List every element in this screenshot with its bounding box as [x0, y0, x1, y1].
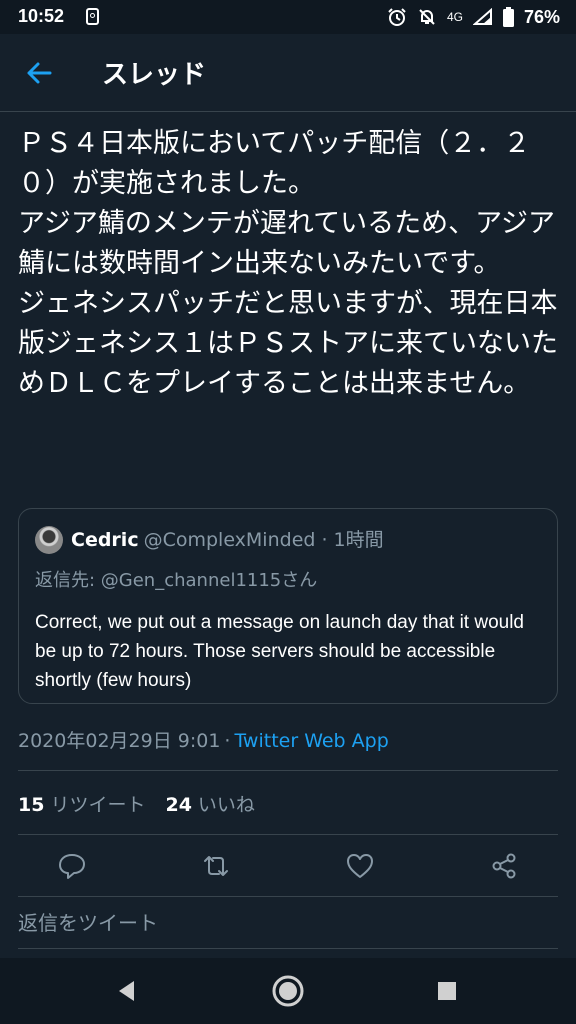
home-circle-icon[interactable] — [271, 974, 305, 1008]
network-label: 4G — [446, 10, 463, 24]
alarm-icon — [388, 8, 406, 26]
retweets-label[interactable]: リツイート — [50, 794, 145, 816]
quoted-author-handle: @ComplexMinded · 1時間 — [143, 529, 384, 551]
page-title: スレッド — [102, 60, 207, 90]
battery-icon — [502, 7, 514, 27]
quoted-tweet-body: Correct, we put out a message on launch … — [35, 612, 524, 691]
reply-placeholder: 返信をツイート — [18, 911, 158, 935]
notification-icon — [86, 8, 99, 25]
divider — [18, 896, 558, 897]
status-time: 10:52 — [18, 6, 65, 26]
divider — [18, 948, 558, 949]
retweets-count[interactable]: 15 — [18, 794, 44, 816]
back-triangle-icon[interactable] — [110, 974, 144, 1008]
signal-icon — [472, 8, 492, 25]
likes-label[interactable]: いいね — [198, 794, 255, 816]
meta-separator: · — [224, 730, 231, 752]
likes-count[interactable]: 24 — [165, 794, 191, 816]
status-bar: 10:52 4G 76% — [0, 0, 576, 34]
tweet-text: ＰＳ４日本版においてパッチ配信（２．２０）が実施されました。 アジア鯖のメンテが… — [18, 128, 558, 399]
quoted-tweet-card[interactable]: Cedric @ComplexMinded · 1時間 返信先: @Gen_cha… — [18, 508, 558, 704]
system-nav-bar — [0, 958, 576, 1024]
quoted-reply-to: 返信先: @Gen_channel1115さん — [35, 570, 318, 591]
reply-input[interactable]: 返信をツイート — [18, 907, 558, 947]
tweet-meta: 2020年02月29日 9:01 · Twitter Web App — [18, 726, 389, 753]
status-icons: 4G 76% — [387, 6, 560, 28]
quoted-tweet-header: Cedric @ComplexMinded · 1時間 — [71, 525, 384, 552]
divider — [18, 834, 558, 835]
tweet-stats: 15 リツイート 24 いいね — [18, 790, 255, 817]
quoted-author-name: Cedric — [71, 529, 139, 551]
retweet-icon[interactable] — [201, 851, 231, 881]
divider — [18, 770, 558, 771]
tweet-actions — [0, 847, 576, 887]
mute-icon — [419, 9, 435, 25]
tweet-timestamp[interactable]: 2020年02月29日 9:01 — [18, 730, 220, 752]
share-icon[interactable] — [489, 851, 519, 881]
like-icon[interactable] — [345, 851, 375, 881]
reply-icon[interactable] — [57, 851, 87, 881]
battery-percent: 76% — [523, 6, 560, 27]
avatar — [35, 526, 63, 554]
thread-header: スレッド — [0, 34, 576, 112]
tweet-source-link[interactable]: Twitter Web App — [234, 730, 388, 752]
recents-square-icon[interactable] — [430, 974, 464, 1008]
arrow-left-icon[interactable] — [24, 58, 54, 88]
